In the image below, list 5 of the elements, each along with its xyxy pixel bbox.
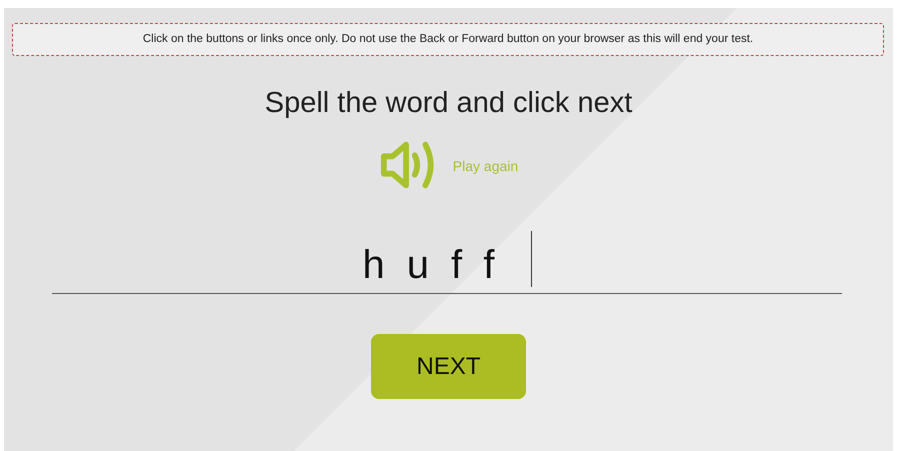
answer-field[interactable]: huff xyxy=(52,231,842,294)
typed-text: huff xyxy=(362,243,516,287)
page-heading: Spell the word and click next xyxy=(264,86,632,121)
next-button[interactable]: NEXT xyxy=(371,334,526,399)
notice-banner: Click on the buttons or links once only. Do not use the Back or Forward button on your browser as this will end your test. xyxy=(12,23,884,56)
